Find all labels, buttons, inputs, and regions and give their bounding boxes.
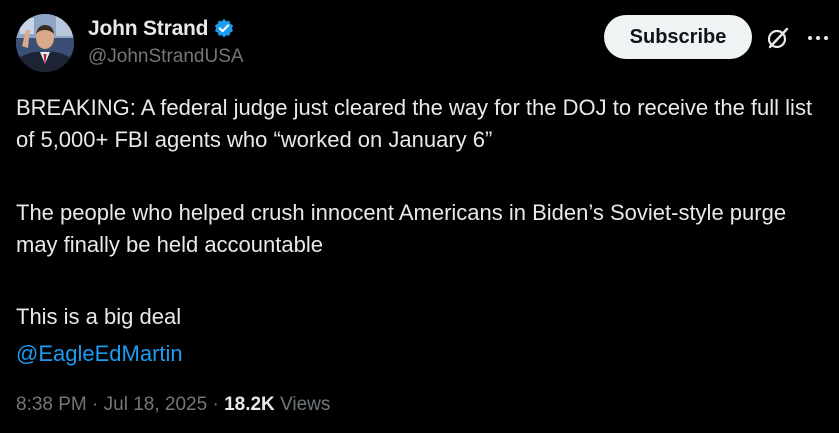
tweet-paragraph: BREAKING: A federal judge just cleared t… [16, 95, 813, 152]
ellipsis-icon[interactable] [806, 28, 830, 48]
tweet-text: BREAKING: A federal judge just cleared t… [16, 92, 831, 370]
handle[interactable]: @JohnStrandUSA [88, 46, 244, 68]
meta-separator: · [212, 394, 219, 415]
mention-link[interactable]: @EagleEdMartin [16, 338, 831, 370]
tweet-date[interactable]: Jul 18, 2025 [104, 394, 208, 415]
views-label: Views [280, 394, 331, 415]
avatar-image [16, 14, 74, 72]
subscribe-button[interactable]: Subscribe [604, 15, 752, 59]
name-row: John Strand [88, 14, 244, 44]
views-count[interactable]: 18.2K [224, 394, 275, 415]
tweet-paragraph: The people who helped crush innocent Ame… [16, 200, 787, 257]
display-name[interactable]: John Strand [88, 17, 209, 41]
grok-slash-icon[interactable] [765, 25, 791, 51]
tweet-meta: 8:38 PM · Jul 18, 2025 · 18.2K Views [16, 394, 330, 416]
verified-badge-icon [213, 18, 235, 40]
meta-separator: · [92, 394, 99, 415]
tweet-paragraph: This is a big deal [16, 304, 182, 329]
author-block: John Strand @JohnStrandUSA [88, 14, 244, 68]
avatar[interactable] [16, 14, 74, 72]
tweet-time[interactable]: 8:38 PM [16, 394, 87, 415]
